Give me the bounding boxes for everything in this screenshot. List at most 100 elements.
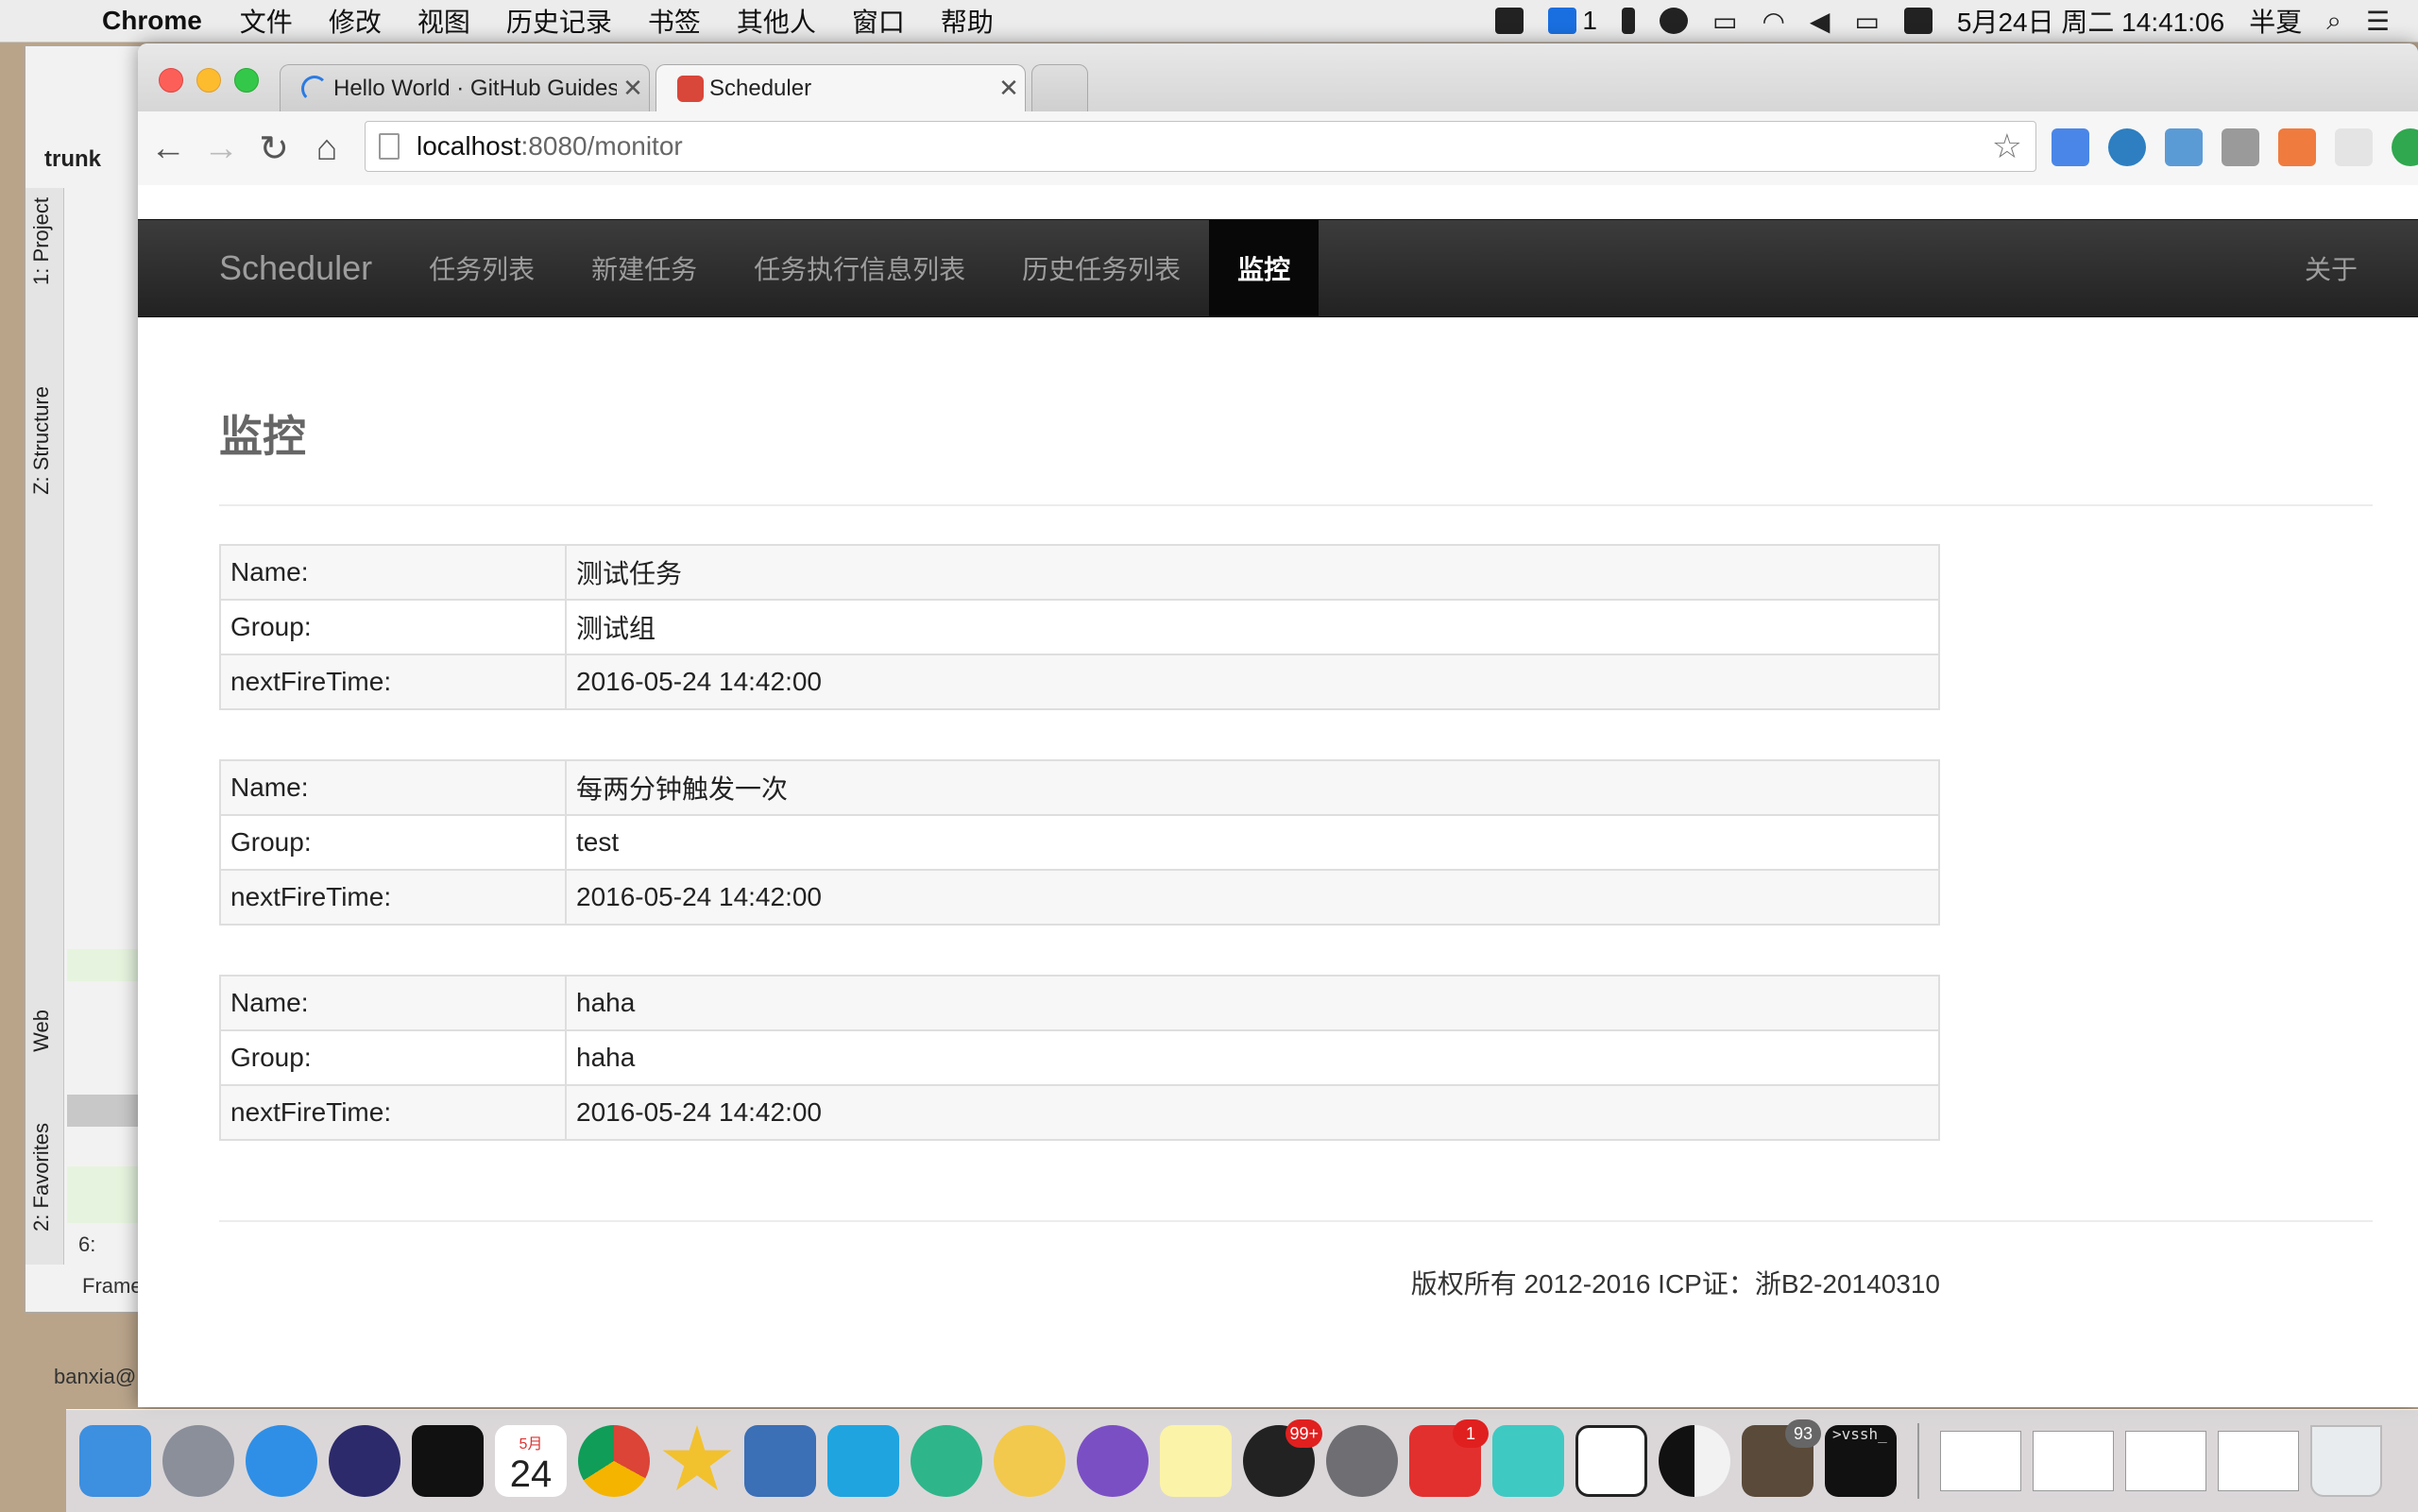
browser-tab-github[interactable]: Hello World · GitHub Guides ✕ (280, 64, 650, 111)
scheduler-favicon-icon (677, 75, 704, 102)
calendar-month: 5月 (519, 1436, 543, 1453)
top-navbar: Scheduler 任务列表 新建任务 任务执行信息列表 历史任务列表 监控 关… (138, 219, 2418, 317)
menu-history[interactable]: 历史记录 (506, 2, 612, 40)
google-translate-icon[interactable] (2052, 128, 2089, 166)
atom-icon[interactable] (911, 1425, 982, 1497)
g-app-status-icon[interactable] (1548, 8, 1577, 34)
github-desktop-icon[interactable] (1077, 1425, 1149, 1497)
nav-task-list[interactable]: 任务列表 (400, 220, 563, 316)
group-label: Group: (219, 599, 567, 655)
job-table: Name: 每两分钟触发一次 Group: test nextFireTime:… (219, 759, 1940, 926)
battery-icon[interactable]: ▭ (1854, 6, 1879, 37)
vssh-terminal-icon[interactable]: >vssh_ (1825, 1425, 1897, 1497)
sublime-extension-icon[interactable] (2278, 128, 2316, 166)
tab-close-icon[interactable]: ✕ (617, 74, 649, 103)
search-extension-icon[interactable] (2108, 128, 2146, 166)
yin-yang-icon[interactable] (1659, 1425, 1730, 1497)
finder-icon[interactable] (79, 1425, 151, 1497)
switch-app-icon[interactable] (1575, 1425, 1647, 1497)
qq-icon[interactable]: 99+ (1243, 1419, 1322, 1497)
terminal-icon[interactable] (412, 1425, 484, 1497)
dots-extension-icon[interactable] (2165, 128, 2203, 166)
window-zoom-button[interactable] (234, 68, 259, 93)
footer-copyright: 版权所有 2012-2016 ICP证：浙B2-20140310 (1410, 1269, 1940, 1299)
star-app-icon[interactable] (662, 1425, 732, 1491)
ide-tab-project[interactable]: 1: Project (29, 197, 54, 285)
tab-close-icon[interactable]: ✕ (993, 74, 1025, 103)
forward-arrow-icon[interactable]: → (195, 122, 247, 175)
bookmark-star-icon[interactable]: ☆ (1992, 127, 2022, 166)
new-tab-button[interactable] (1031, 64, 1088, 111)
qq-status-icon[interactable] (1659, 8, 1688, 34)
ide-tab-favorites[interactable]: 2: Favorites (29, 1123, 54, 1232)
menubar-clock[interactable]: 5月24日 周二 14:41:06 (1957, 2, 2224, 40)
reload-icon[interactable]: ↻ (247, 122, 300, 175)
calendar-icon[interactable]: 5月 24 (495, 1425, 567, 1497)
navbar-brand[interactable]: Scheduler (219, 248, 372, 288)
s-extension-icon[interactable] (2222, 128, 2259, 166)
minimized-window-thumb[interactable] (1940, 1431, 2021, 1491)
ide-project-label[interactable]: trunk (44, 146, 101, 173)
nav-execution-info[interactable]: 任务执行信息列表 (725, 220, 994, 316)
ide-frame-label[interactable]: Frame (82, 1274, 143, 1299)
phone-status-icon[interactable] (1621, 8, 1635, 34)
ide-tab-structure[interactable]: Z: Structure (29, 386, 54, 495)
chrome-icon[interactable] (578, 1425, 650, 1497)
vssh-label: >vssh_ (1832, 1425, 1887, 1443)
nav-history-tasks[interactable]: 历史任务列表 (994, 220, 1209, 316)
menu-view[interactable]: 视图 (417, 2, 470, 40)
clover-extension-icon[interactable] (2392, 128, 2418, 166)
home-icon[interactable]: ⌂ (300, 122, 353, 175)
ide-footer-user: banxia@ (54, 1365, 137, 1388)
window-close-button[interactable] (159, 68, 183, 93)
wifi-icon[interactable]: ◠ (1762, 6, 1784, 37)
markdown-app-icon[interactable] (1492, 1425, 1564, 1497)
back-arrow-icon[interactable]: ← (142, 122, 195, 175)
menu-file[interactable]: 文件 (240, 2, 293, 40)
notes-icon[interactable] (1160, 1425, 1232, 1497)
menu-bookmarks[interactable]: 书签 (648, 2, 701, 40)
minimized-window-thumb[interactable] (2125, 1431, 2206, 1491)
airplay-icon[interactable]: ▭ (1712, 6, 1737, 37)
browser-tab-scheduler[interactable]: Scheduler ✕ (656, 64, 1026, 111)
menu-help[interactable]: 帮助 (941, 2, 994, 40)
safari-icon[interactable] (246, 1425, 317, 1497)
trash-icon[interactable] (2310, 1425, 2382, 1497)
address-bar[interactable]: localhost :8080/monitor ☆ (365, 121, 2036, 172)
package-app-icon[interactable]: 93 (1742, 1419, 1821, 1497)
launchpad-icon[interactable] (162, 1425, 234, 1497)
g-app-icon[interactable]: 1 (1409, 1419, 1489, 1497)
system-preferences-icon[interactable] (1326, 1425, 1398, 1497)
minimized-window-thumb[interactable] (2033, 1431, 2114, 1491)
nav-new-task[interactable]: 新建任务 (563, 220, 725, 316)
virtualbox-icon[interactable] (744, 1425, 816, 1497)
terminal-status-icon[interactable] (1495, 8, 1524, 34)
eclipse-icon[interactable] (329, 1425, 400, 1497)
volume-icon[interactable]: ◀ (1810, 6, 1831, 37)
menubar-user[interactable]: 半夏 (2249, 2, 2302, 40)
url-host: localhost (417, 131, 521, 161)
notification-center-icon[interactable]: ☰ (2366, 6, 2390, 37)
page-info-icon[interactable] (379, 133, 400, 160)
minimized-window-thumb[interactable] (2218, 1431, 2299, 1491)
package-badge: 93 (1785, 1419, 1821, 1448)
window-minimize-button[interactable] (196, 68, 221, 93)
adblock-extension-icon[interactable] (2335, 128, 2373, 166)
sequel-pro-icon[interactable] (994, 1425, 1065, 1497)
menu-edit[interactable]: 修改 (329, 2, 382, 40)
nav-monitor[interactable]: 监控 (1209, 220, 1320, 316)
mac-dock: 5月 24 99+ 1 93 >vssh_ (66, 1409, 2418, 1512)
sogou-input-icon[interactable] (1903, 8, 1933, 34)
extensions-bar: ≡ (2052, 121, 2418, 174)
menu-people[interactable]: 其他人 (737, 2, 816, 40)
ide-bottom-tab[interactable]: 6: (78, 1232, 95, 1257)
menu-window[interactable]: 窗口 (852, 2, 905, 40)
intellij-icon[interactable] (827, 1425, 899, 1497)
ide-tab-web[interactable]: Web (29, 1010, 54, 1052)
menu-app-name[interactable]: Chrome (102, 6, 202, 36)
spotlight-search-icon[interactable]: ⌕ (2326, 6, 2341, 37)
nav-about[interactable]: 关于 (2276, 220, 2386, 316)
job-table: Name: 测试任务 Group: 测试组 nextFireTime: 2016… (219, 544, 1940, 710)
next-fire-label: nextFireTime: (219, 869, 567, 926)
next-fire-label: nextFireTime: (219, 1084, 567, 1141)
